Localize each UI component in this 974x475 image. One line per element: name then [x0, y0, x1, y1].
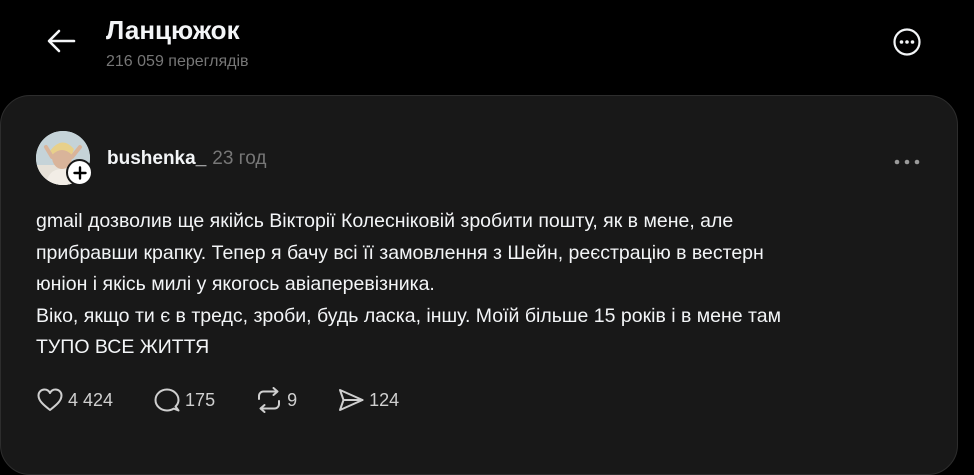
heart-icon — [37, 388, 63, 411]
more-circle-icon — [893, 28, 921, 56]
share-button[interactable]: 124 — [337, 387, 399, 413]
repost-button[interactable]: 9 — [255, 387, 297, 413]
post-text-line: прибравши крапку. Тепер я бачу всі її за… — [36, 241, 764, 264]
post-body: gmail дозволив ще якійсь Вікторії Колесн… — [36, 206, 936, 364]
post-card: bushenka_ 23 год gmail дозволив ще якійсь… — [0, 95, 958, 475]
page-title: Ланцюжок — [106, 15, 240, 45]
reply-count: 175 — [185, 389, 216, 410]
comment-icon — [154, 388, 180, 412]
thread-header: Ланцюжок 216 059 переглядів — [0, 0, 974, 95]
author-line: bushenka_ 23 год — [107, 148, 266, 170]
post-options-button[interactable] — [889, 150, 925, 174]
view-count: 216 059 переглядів — [106, 53, 249, 70]
ellipsis-icon — [894, 159, 920, 165]
post-time[interactable]: 23 год — [212, 148, 266, 169]
post-text-line: ТУПО ВСЕ ЖИТТЯ — [36, 336, 210, 358]
repost-icon — [258, 387, 281, 413]
share-count: 124 — [369, 389, 400, 410]
post-actions: 4 424 175 9 124 — [36, 385, 439, 415]
author-avatar[interactable] — [36, 131, 93, 187]
author-username[interactable]: bushenka_ — [107, 148, 206, 169]
like-count: 4 424 — [68, 389, 114, 410]
arrow-left-icon — [47, 29, 76, 53]
post-text-line: Віко, якщо ти є в тредс, зроби, будь лас… — [36, 304, 781, 327]
post-text-line: gmail дозволив ще якійсь Вікторії Колесн… — [36, 210, 734, 232]
like-button[interactable]: 4 424 — [36, 387, 113, 413]
post-text-line: юніон і якісь милі у якогось авіаперевіз… — [36, 273, 435, 295]
plus-icon — [72, 165, 87, 180]
send-icon — [339, 389, 364, 411]
follow-button[interactable] — [66, 159, 93, 186]
back-button[interactable] — [40, 24, 82, 58]
more-options-button[interactable] — [890, 25, 924, 59]
repost-count: 9 — [287, 389, 298, 410]
reply-button[interactable]: 175 — [153, 387, 215, 413]
